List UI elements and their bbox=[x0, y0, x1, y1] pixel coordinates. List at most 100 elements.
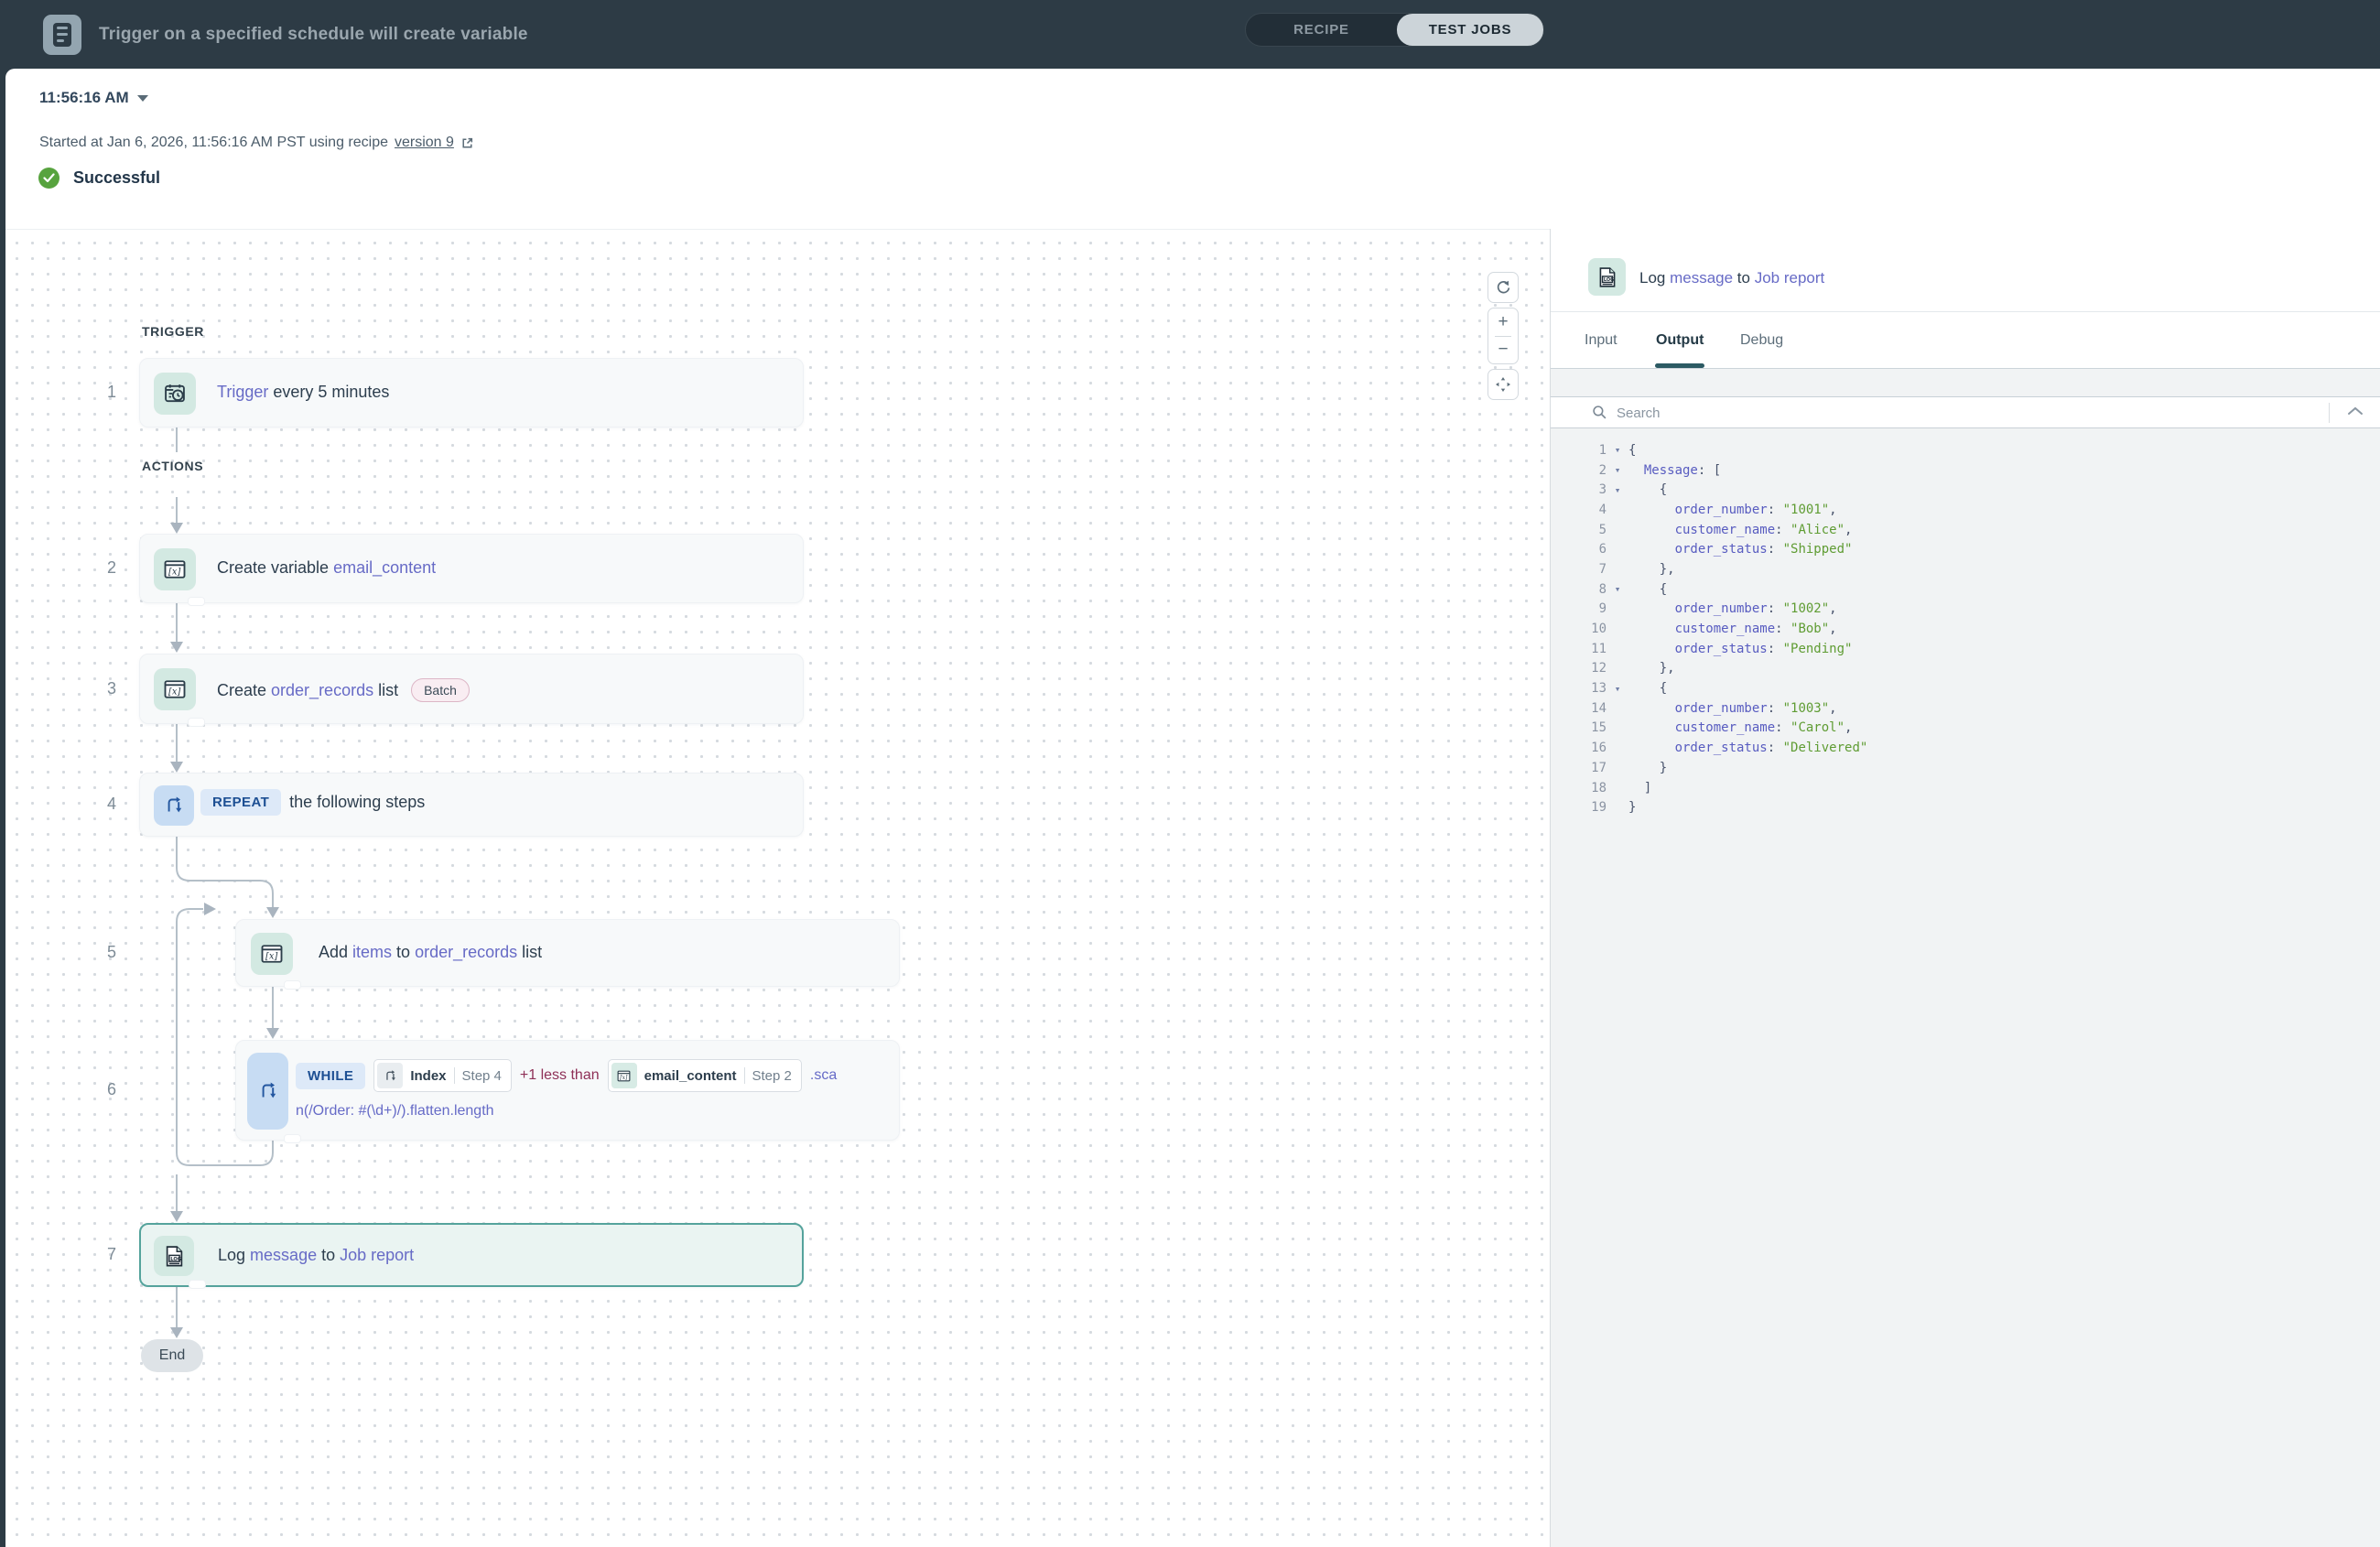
step-number-4: 4 bbox=[83, 795, 116, 814]
json-line: 6 order_status: "Shipped" bbox=[1551, 539, 2380, 559]
json-line-content: } bbox=[1628, 761, 1667, 775]
line-number: 17 bbox=[1551, 761, 1606, 775]
json-line: 16 order_status: "Delivered" bbox=[1551, 738, 2380, 758]
json-line-content: { bbox=[1628, 443, 1636, 458]
inline-link[interactable]: email_content bbox=[333, 558, 436, 578]
variable-icon: [x] bbox=[251, 933, 293, 975]
test-jobs-tab[interactable]: TEST JOBS bbox=[1397, 14, 1543, 46]
page-title: Trigger on a specified schedule will cre… bbox=[99, 0, 528, 69]
inline-text: Log bbox=[218, 1246, 250, 1265]
trigger-section-label: TRIGGER bbox=[142, 324, 204, 339]
line-number: 9 bbox=[1551, 601, 1606, 616]
tab-input[interactable]: Input bbox=[1585, 312, 1617, 369]
step-card-log-message[interactable]: LOG Log message to Job report bbox=[139, 1223, 804, 1287]
job-detail-card: 11:56:16 AM Started at Jan 6, 2026, 11:5… bbox=[5, 69, 2380, 1547]
zoom-in-button[interactable]: + bbox=[1488, 309, 1518, 336]
loop-mini-icon bbox=[377, 1063, 403, 1088]
json-line: 5 customer_name: "Alice", bbox=[1551, 520, 2380, 540]
json-line: 12 }, bbox=[1551, 659, 2380, 679]
job-time-label: 11:56:16 AM bbox=[39, 89, 129, 107]
reset-view-button[interactable] bbox=[1488, 272, 1519, 303]
zoom-out-button[interactable]: − bbox=[1488, 337, 1518, 363]
json-line-content: }, bbox=[1628, 562, 1675, 577]
fold-toggle-icon[interactable]: ▾ bbox=[1606, 464, 1628, 476]
svg-text:[x]: [x] bbox=[265, 951, 277, 961]
search-input[interactable] bbox=[1615, 399, 2296, 427]
panel-step-title: Log message to Job report bbox=[1639, 269, 1824, 287]
recipe-version-link[interactable]: version 9 bbox=[395, 135, 454, 151]
inline-link[interactable]: Job report bbox=[1755, 269, 1825, 287]
step-7-label: Log message to Job report bbox=[218, 1246, 414, 1265]
line-number: 11 bbox=[1551, 642, 1606, 656]
fold-toggle-icon[interactable]: ▾ bbox=[1606, 484, 1628, 496]
panel-tabbar: Input Output Debug bbox=[1551, 311, 2380, 369]
inline-link[interactable]: message bbox=[250, 1246, 317, 1265]
job-started-line: Started at Jan 6, 2026, 11:56:16 AM PST … bbox=[39, 135, 474, 151]
top-bar: Trigger on a specified schedule will cre… bbox=[0, 0, 2380, 69]
end-marker: End bbox=[141, 1339, 203, 1372]
step-card-create-list[interactable]: [x] Create order_records listBatch bbox=[139, 654, 804, 724]
step-3-label: Create order_records listBatch bbox=[217, 678, 470, 702]
step-number-1: 1 bbox=[83, 383, 116, 402]
inline-link[interactable]: items bbox=[352, 943, 392, 962]
inline-link[interactable]: order_records bbox=[415, 943, 517, 962]
fold-toggle-icon[interactable]: ▾ bbox=[1606, 444, 1628, 456]
line-number: 4 bbox=[1551, 503, 1606, 517]
step-card-trigger[interactable]: Trigger every 5 minutes bbox=[139, 358, 804, 427]
line-number: 2 bbox=[1551, 463, 1606, 478]
step-4-label: the following steps bbox=[289, 793, 425, 812]
step-card-repeat[interactable]: REPEAT the following steps bbox=[139, 773, 804, 837]
log-message-icon: LOG bbox=[154, 1236, 194, 1276]
svg-text:[x]: [x] bbox=[620, 1074, 628, 1080]
json-line-content: customer_name: "Alice", bbox=[1628, 523, 1852, 537]
fold-toggle-icon[interactable]: ▾ bbox=[1606, 683, 1628, 695]
json-line: 3▾ { bbox=[1551, 480, 2380, 500]
json-line-content: { bbox=[1628, 482, 1667, 497]
fold-toggle-icon[interactable]: ▾ bbox=[1606, 583, 1628, 595]
json-line: 15 customer_name: "Carol", bbox=[1551, 719, 2380, 739]
step-card-add-items[interactable]: [x] Add items to order_records list bbox=[235, 919, 900, 987]
inline-text: Create bbox=[217, 681, 271, 699]
inline-link[interactable]: Trigger bbox=[217, 383, 268, 402]
inline-text: every 5 minutes bbox=[268, 383, 389, 402]
recipe-canvas[interactable]: TRIGGER ACTIONS 1 2 3 4 5 6 7 Trigger ev… bbox=[5, 229, 1550, 1547]
inline-link[interactable]: order_records bbox=[271, 681, 373, 699]
pan-arrows-icon bbox=[1494, 375, 1512, 394]
zoom-controls: + − bbox=[1488, 308, 1519, 364]
job-started-text: Started at Jan 6, 2026, 11:56:16 AM PST … bbox=[39, 135, 388, 151]
json-line: 14 order_number: "1003", bbox=[1551, 698, 2380, 719]
datapill-email-content[interactable]: [x] email_content Step 2 bbox=[608, 1059, 802, 1092]
status-badge: Successful bbox=[73, 168, 160, 188]
collapse-chevron-icon[interactable] bbox=[2347, 406, 2364, 416]
line-number: 5 bbox=[1551, 523, 1606, 537]
job-time-dropdown[interactable]: 11:56:16 AM bbox=[39, 89, 148, 107]
search-icon bbox=[1592, 405, 1607, 420]
actions-section-label: ACTIONS bbox=[142, 459, 203, 473]
json-line-content: { bbox=[1628, 681, 1667, 696]
datapill-index[interactable]: Index Step 4 bbox=[373, 1059, 512, 1092]
inline-text: the following steps bbox=[289, 793, 425, 812]
step-number-7: 7 bbox=[83, 1245, 116, 1264]
datapill-email-label: email_content bbox=[644, 1068, 737, 1084]
schedule-trigger-icon bbox=[154, 373, 196, 415]
fit-view-button[interactable] bbox=[1488, 369, 1519, 400]
svg-text:[x]: [x] bbox=[168, 687, 180, 697]
tab-output[interactable]: Output bbox=[1656, 312, 1704, 369]
step-card-while[interactable]: WHILE Index Step 4 +1 less than bbox=[235, 1040, 900, 1141]
json-line-content: }, bbox=[1628, 661, 1675, 676]
while-formula-line2: n(/Order: #(\d+)/).flatten.length bbox=[296, 1103, 494, 1120]
line-number: 13 bbox=[1551, 681, 1606, 696]
json-line-content: order_number: "1003", bbox=[1628, 701, 1837, 716]
line-number: 10 bbox=[1551, 622, 1606, 636]
step-number-3: 3 bbox=[83, 679, 116, 698]
step-card-create-variable[interactable]: [x] Create variable email_content bbox=[139, 534, 804, 603]
inline-link[interactable]: Job report bbox=[340, 1246, 414, 1265]
step-output-panel: LOG Log message to Job report Input Outp… bbox=[1550, 229, 2380, 1547]
json-line-content: order_number: "1001", bbox=[1628, 503, 1837, 517]
success-check-icon bbox=[38, 168, 60, 189]
json-line: 2▾ Message: [ bbox=[1551, 460, 2380, 481]
inline-link[interactable]: message bbox=[1670, 269, 1733, 287]
recipe-tab[interactable]: RECIPE bbox=[1246, 14, 1397, 46]
tab-debug[interactable]: Debug bbox=[1740, 312, 1783, 369]
step-2-label: Create variable email_content bbox=[217, 558, 436, 578]
